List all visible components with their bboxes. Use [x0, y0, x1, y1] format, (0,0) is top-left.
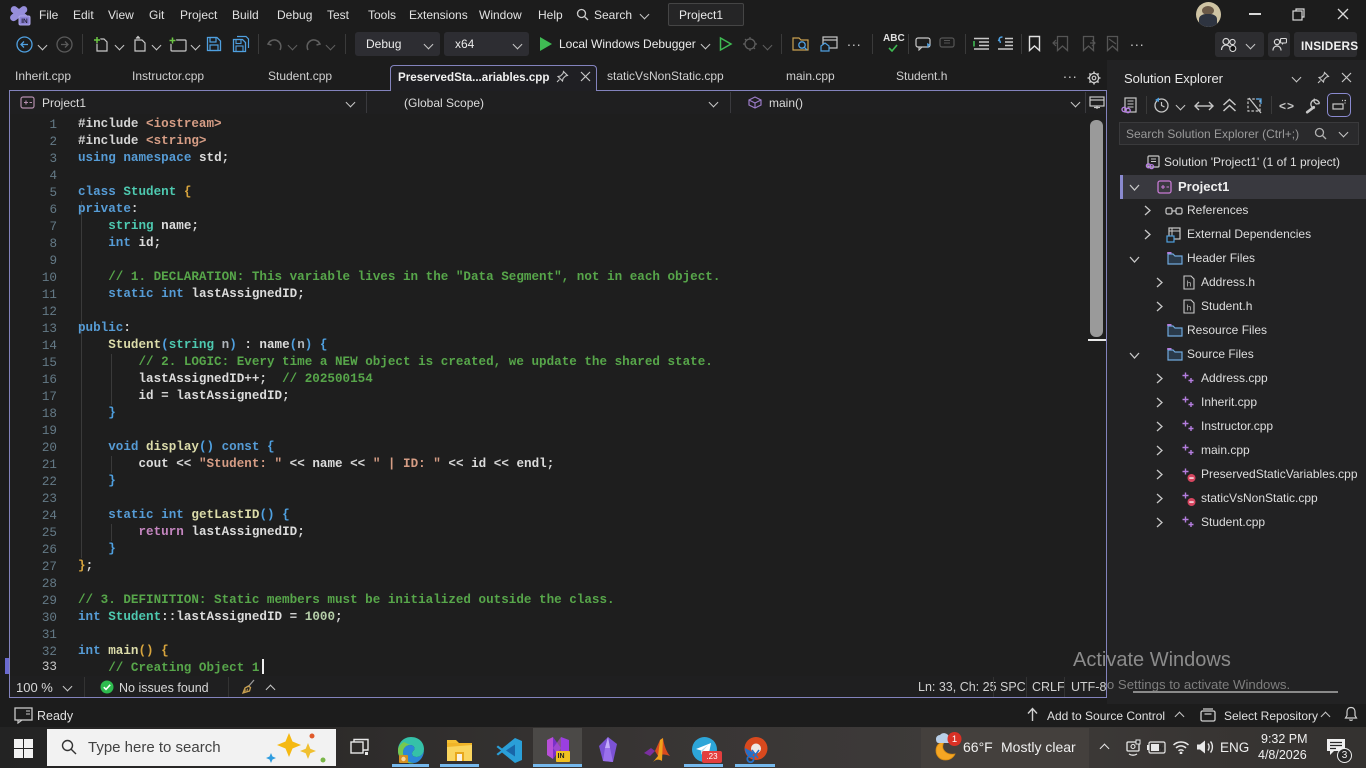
svg-text:h: h: [1187, 304, 1191, 313]
svg-text:h: h: [1187, 280, 1191, 289]
svg-text:IN: IN: [21, 18, 28, 25]
svg-text:1: 1: [952, 734, 957, 745]
